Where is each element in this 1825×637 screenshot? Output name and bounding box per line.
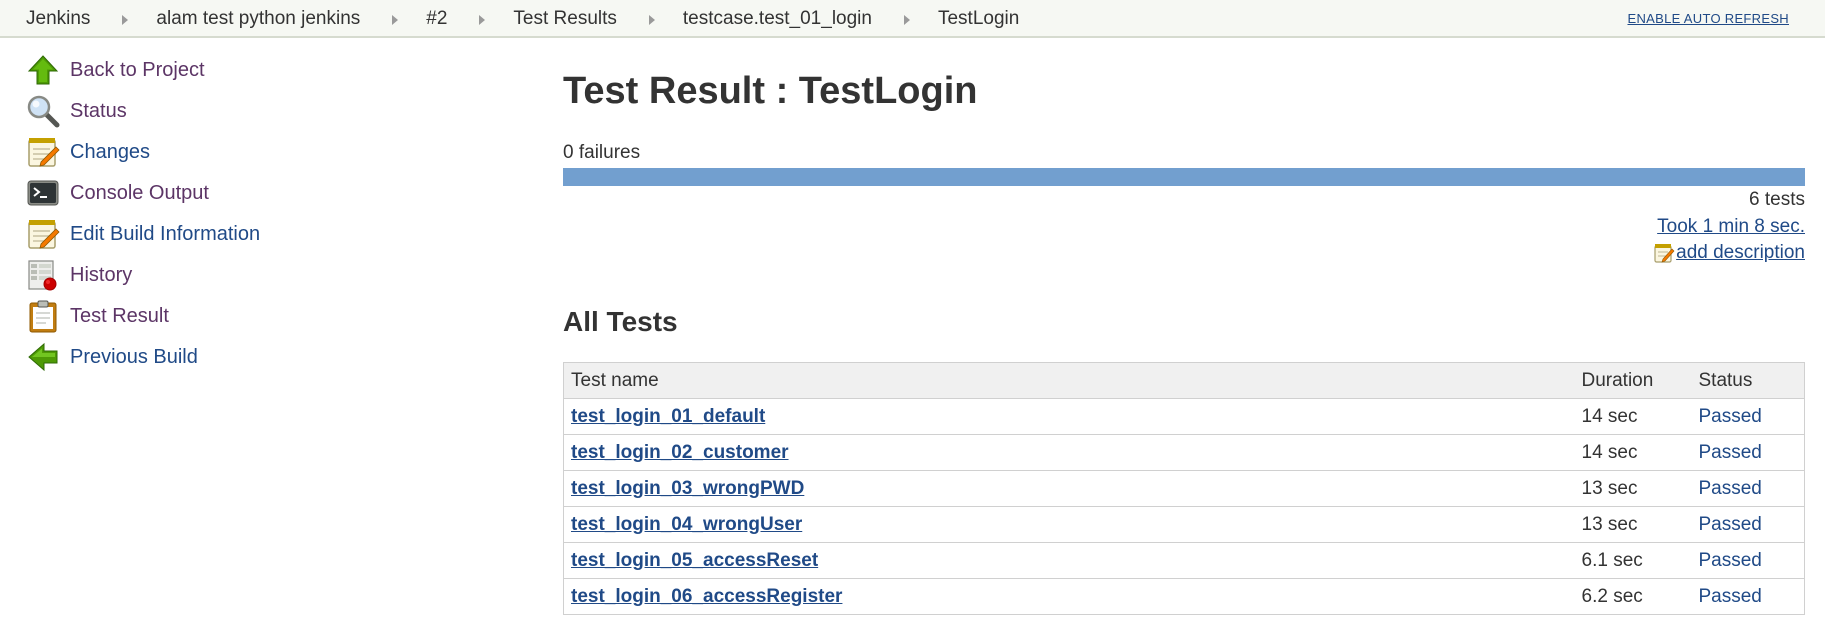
breadcrumb-separator-icon[interactable]	[122, 15, 129, 25]
breadcrumb-test-results[interactable]: Test Results	[513, 8, 616, 30]
sidebar-item-back-to-project[interactable]: Back to Project	[26, 50, 205, 90]
column-header-status[interactable]: Status	[1691, 362, 1805, 399]
sidebar-item-history[interactable]: History	[26, 255, 132, 295]
column-header-test-name[interactable]: Test name	[563, 362, 1575, 399]
sidebar-item-console-output[interactable]: Console Output	[26, 173, 209, 213]
failures-count: 0 failures	[563, 142, 641, 163]
test-duration: 6.1 sec	[1574, 542, 1692, 579]
sidebar-item-edit-build-information[interactable]: Edit Build Information	[26, 214, 260, 254]
test-name-link[interactable]: test_login_05_accessReset	[571, 550, 818, 571]
table-row: test_login_02_customer 14 sec Passed	[563, 434, 1805, 471]
breadcrumb-separator-icon[interactable]	[392, 15, 399, 25]
sidebar-item-test-result[interactable]: Test Result	[26, 296, 169, 336]
sidebar-item-previous-build[interactable]: Previous Build	[26, 337, 198, 377]
notepad-icon	[26, 217, 60, 251]
table-row: test_login_05_accessReset 6.1 sec Passed	[563, 542, 1805, 579]
column-header-duration[interactable]: Duration	[1574, 362, 1692, 399]
test-count: 6 tests	[1749, 189, 1805, 210]
notepad-icon	[26, 135, 60, 169]
sidebar-item-label[interactable]: Back to Project	[70, 59, 205, 82]
table-row: test_login_01_default 14 sec Passed	[563, 398, 1805, 435]
breadcrumb-testlogin[interactable]: TestLogin	[938, 8, 1019, 30]
test-name-link[interactable]: test_login_06_accessRegister	[571, 586, 842, 607]
test-name-link[interactable]: test_login_01_default	[571, 406, 765, 427]
sidebar-item-status[interactable]: Status	[26, 91, 127, 131]
sidebar-item-label[interactable]: Edit Build Information	[70, 223, 260, 246]
test-duration: 6.2 sec	[1574, 578, 1692, 615]
sidebar-item-changes[interactable]: Changes	[26, 132, 150, 172]
sidebar-item-label[interactable]: Console Output	[70, 182, 209, 205]
breadcrumb-bar: Jenkins alam test python jenkins #2 Test…	[0, 0, 1825, 38]
all-tests-heading: All Tests	[563, 306, 678, 337]
notepad-icon	[1653, 242, 1675, 264]
enable-auto-refresh-link[interactable]: ENABLE AUTO REFRESH	[1627, 11, 1789, 26]
sidebar-item-label[interactable]: Changes	[70, 141, 150, 164]
test-name-link[interactable]: test_login_03_wrongPWD	[571, 478, 804, 499]
breadcrumb-build[interactable]: #2	[426, 8, 447, 30]
breadcrumb-separator-icon[interactable]	[479, 15, 486, 25]
breadcrumb-jenkins[interactable]: Jenkins	[26, 8, 90, 30]
test-duration: 13 sec	[1574, 470, 1692, 507]
test-table: Test name Duration Status test_login_01_…	[563, 362, 1805, 615]
left-arrow-icon	[26, 340, 60, 374]
test-status: Passed	[1691, 398, 1805, 435]
test-duration: 14 sec	[1574, 398, 1692, 435]
test-status: Passed	[1691, 470, 1805, 507]
clipboard-icon	[26, 299, 60, 333]
breadcrumb-separator-icon[interactable]	[648, 15, 655, 25]
table-row: test_login_06_accessRegister 6.2 sec Pas…	[563, 578, 1805, 615]
sidebar-item-label[interactable]: Previous Build	[70, 346, 198, 369]
test-name-link[interactable]: test_login_04_wrongUser	[571, 514, 802, 535]
add-description[interactable]: add description	[1653, 242, 1805, 264]
up-arrow-icon	[26, 53, 60, 87]
test-status: Passed	[1691, 506, 1805, 543]
test-duration: 14 sec	[1574, 434, 1692, 471]
table-row: test_login_03_wrongPWD 13 sec Passed	[563, 470, 1805, 507]
breadcrumb-project[interactable]: alam test python jenkins	[156, 8, 360, 30]
breadcrumb-testcase[interactable]: testcase.test_01_login	[683, 8, 872, 30]
breadcrumb: Jenkins alam test python jenkins #2 Test…	[26, 0, 1019, 38]
sidebar-item-label[interactable]: Test Result	[70, 305, 169, 328]
add-description-link[interactable]: add description	[1676, 242, 1805, 264]
test-progress-bar	[563, 168, 1805, 186]
sidebar-item-label[interactable]: Status	[70, 100, 127, 123]
duration-link[interactable]: Took 1 min 8 sec.	[1657, 216, 1805, 238]
history-icon	[26, 258, 60, 292]
test-duration: 13 sec	[1574, 506, 1692, 543]
table-row: test_login_04_wrongUser 13 sec Passed	[563, 506, 1805, 543]
table-header-row: Test name Duration Status	[563, 362, 1805, 399]
test-status: Passed	[1691, 542, 1805, 579]
test-status: Passed	[1691, 434, 1805, 471]
test-status: Passed	[1691, 578, 1805, 615]
sidebar-item-label[interactable]: History	[70, 264, 132, 287]
test-name-link[interactable]: test_login_02_customer	[571, 442, 789, 463]
test-progress-bar-passed	[563, 168, 1805, 186]
magnifier-icon	[26, 94, 60, 128]
terminal-icon	[26, 176, 60, 210]
breadcrumb-separator-icon[interactable]	[903, 15, 910, 25]
page-title: Test Result : TestLogin	[563, 70, 978, 112]
